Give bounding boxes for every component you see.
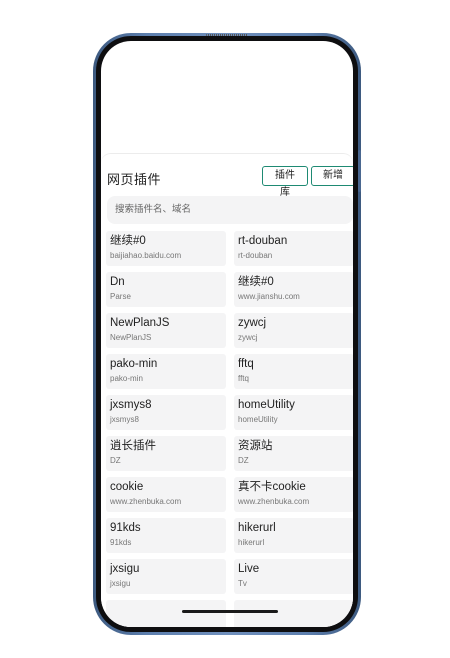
home-indicator[interactable] [182,610,278,613]
plugin-card[interactable]: 真不卡cookie www.zhenbuka.com [234,477,353,512]
plugin-card[interactable]: homeUtility homeUtility [234,395,353,430]
plugin-card[interactable]: Dn Parse [106,272,226,307]
page-title: 网页插件 [107,172,162,187]
plugin-name: cookie [110,481,144,493]
plugin-card[interactable]: pako-min pako-min [106,354,226,389]
plugin-sheet: 网页插件 插件库 新增 搜索插件名、域名 继续#0 baijiahao.baidu… [101,153,353,627]
plugin-name: jxsigu [110,563,140,575]
plugin-card[interactable]: rt-douban rt-douban [234,231,353,266]
add-plugin-button[interactable]: 新增 [311,166,353,186]
plugin-name: homeUtility [238,399,295,411]
plugin-domain: 91kds [110,538,132,547]
earpiece-speaker [206,34,248,36]
plugin-domain: baijiahao.baidu.com [110,251,182,260]
plugin-domain: NewPlanJS [110,333,152,342]
plugin-name: 资源站 [238,440,273,452]
plugin-domain: www.zhenbuka.com [238,497,310,506]
plugin-card[interactable]: fftq fftq [234,354,353,389]
plugin-domain: jxsigu [110,579,131,588]
plugin-name: 逍长插件 [110,440,156,452]
plugin-card[interactable]: jxsmys8 jxsmys8 [106,395,226,430]
plugin-card[interactable] [106,600,226,627]
plugin-domain: www.jianshu.com [238,292,300,301]
phone-bezel: 网页插件 插件库 新增 搜索插件名、域名 继续#0 baijiahao.baidu… [96,36,358,632]
plugin-name: pako-min [110,358,158,370]
plugin-name: 真不卡cookie [238,481,306,493]
plugin-name: jxsmys8 [110,399,152,411]
plugin-name: fftq [238,358,254,370]
plugin-domain: hikerurl [238,538,265,547]
plugin-name: 91kds [110,522,141,534]
plugin-domain: fftq [238,374,249,383]
plugin-domain: rt-douban [238,251,273,260]
plugin-domain: jxsmys8 [110,415,139,424]
plugin-domain: pako-min [110,374,143,383]
plugin-card[interactable]: jxsigu jxsigu [106,559,226,594]
plugin-card[interactable]: NewPlanJS NewPlanJS [106,313,226,348]
plugin-name: hikerurl [238,522,276,534]
plugin-domain: DZ [238,456,249,465]
phone-frame: 网页插件 插件库 新增 搜索插件名、域名 继续#0 baijiahao.baidu… [93,33,361,635]
plugin-domain: zywcj [238,333,258,342]
plugin-name: Dn [110,276,125,288]
search-input[interactable]: 搜索插件名、域名 [107,196,353,224]
plugin-card[interactable]: 资源站 DZ [234,436,353,471]
plugin-card[interactable]: 继续#0 www.jianshu.com [234,272,353,307]
plugin-domain: www.zhenbuka.com [110,497,182,506]
plugin-card[interactable]: Live Tv [234,559,353,594]
plugin-grid: 继续#0 baijiahao.baidu.com rt-douban rt-douba… [106,231,353,627]
plugin-domain: homeUtility [238,415,278,424]
plugin-card[interactable]: 91kds 91kds [106,518,226,553]
sheet-header: 网页插件 插件库 新增 [107,166,353,198]
plugin-name: rt-douban [238,235,288,247]
plugin-card[interactable]: cookie www.zhenbuka.com [106,477,226,512]
screen: 网页插件 插件库 新增 搜索插件名、域名 继续#0 baijiahao.baidu… [101,41,353,627]
power-side-button [358,150,361,192]
plugin-domain: Parse [110,292,131,301]
plugin-domain: DZ [110,456,121,465]
plugin-name: 继续#0 [110,235,146,247]
plugin-card[interactable]: 继续#0 baijiahao.baidu.com [106,231,226,266]
plugin-library-button[interactable]: 插件库 [262,166,308,198]
plugin-card[interactable]: 逍长插件 DZ [106,436,226,471]
plugin-name: zywcj [238,317,267,329]
plugin-card[interactable]: hikerurl hikerurl [234,518,353,553]
plugin-name: 继续#0 [238,276,274,288]
plugin-card[interactable]: zywcj zywcj [234,313,353,348]
plugin-name: Live [238,563,260,575]
plugin-card[interactable] [234,600,353,627]
plugin-domain: Tv [238,579,247,588]
plugin-name: NewPlanJS [110,317,170,329]
